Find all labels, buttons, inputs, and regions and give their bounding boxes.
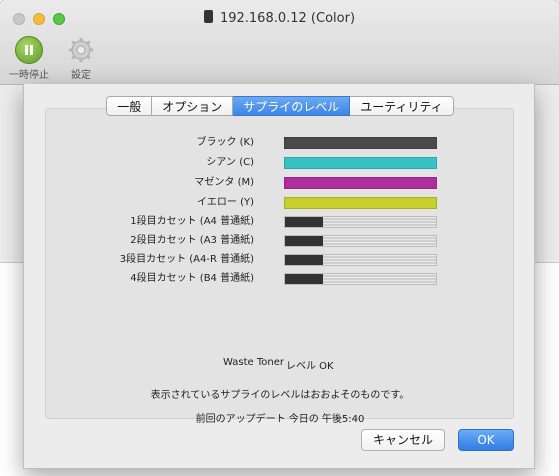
tray-level-fill: [285, 255, 323, 265]
ok-button[interactable]: OK: [458, 429, 514, 451]
pause-label: 一時停止: [9, 70, 49, 81]
tray-level-bar: [284, 273, 437, 285]
settings-button[interactable]: 設定: [64, 36, 98, 81]
supply-row-yellow: イエロー (Y): [24, 196, 536, 210]
tray-row-4: 4段目カセット (B4 普通紙): [24, 272, 536, 286]
waste-toner-status: レベル OK: [286, 361, 334, 372]
tray-row-3: 3段目カセット (A4-R 普通紙): [24, 253, 536, 267]
supply-level-bar: [284, 137, 437, 149]
tab-utility[interactable]: ユーティリティ: [350, 96, 454, 116]
tab-options[interactable]: オプション: [152, 96, 234, 116]
tray-level-bar: [284, 235, 437, 247]
supply-row-magenta: マゼンタ (M): [24, 176, 536, 190]
tray-label: 3段目カセット (A4-R 普通紙): [119, 254, 254, 265]
supply-level-bar: [284, 177, 437, 189]
tray-level-bar: [284, 254, 437, 266]
tray-level-fill: [285, 274, 323, 284]
supply-label: イエロー (Y): [197, 197, 254, 208]
window-titlebar: 192.168.0.12 (Color) 一時停止 設定: [0, 0, 559, 85]
window-title-text: 192.168.0.12 (Color): [219, 11, 356, 26]
tab-supply-levels[interactable]: サプライのレベル: [233, 96, 351, 116]
supply-level-bar: [284, 157, 437, 169]
tray-label: 4段目カセット (B4 普通紙): [130, 273, 254, 284]
waste-toner-label: Waste Toner: [223, 357, 284, 368]
supply-row-black: ブラック (K): [24, 136, 536, 150]
tray-row-1: 1段目カセット (A4 普通紙): [24, 215, 536, 229]
approximate-levels-note: 表示されているサプライのレベルはおおよそのものです。: [150, 390, 410, 401]
tray-level-fill: [285, 236, 323, 246]
supply-label: マゼンタ (M): [194, 177, 254, 188]
gear-icon: [67, 36, 95, 64]
tray-row-2: 2段目カセット (A3 普通紙): [24, 234, 536, 248]
tray-level-fill: [285, 217, 323, 227]
last-update-text: 前回のアップデート 今日の 午後5:40: [195, 414, 365, 425]
supply-level-bar: [284, 197, 437, 209]
cancel-button[interactable]: キャンセル: [361, 429, 445, 451]
pause-button[interactable]: 一時停止: [7, 36, 51, 81]
supply-label: ブラック (K): [196, 137, 254, 148]
tab-general[interactable]: 一般: [106, 96, 153, 116]
pause-icon: [15, 36, 43, 64]
printer-icon: [203, 10, 213, 23]
settings-sheet: 一般 オプション サプライのレベル ユーティリティ ブラック (K) シアン (C) …: [23, 84, 535, 469]
tray-level-bar: [284, 216, 437, 228]
supply-label: シアン (C): [206, 157, 254, 168]
window-title: 192.168.0.12 (Color): [0, 10, 559, 26]
tab-bar: 一般 オプション サプライのレベル ユーティリティ: [24, 96, 536, 116]
tray-label: 1段目カセット (A4 普通紙): [130, 216, 254, 227]
tray-label: 2段目カセット (A3 普通紙): [130, 235, 254, 246]
settings-label: 設定: [71, 70, 91, 81]
supply-row-cyan: シアン (C): [24, 156, 536, 170]
